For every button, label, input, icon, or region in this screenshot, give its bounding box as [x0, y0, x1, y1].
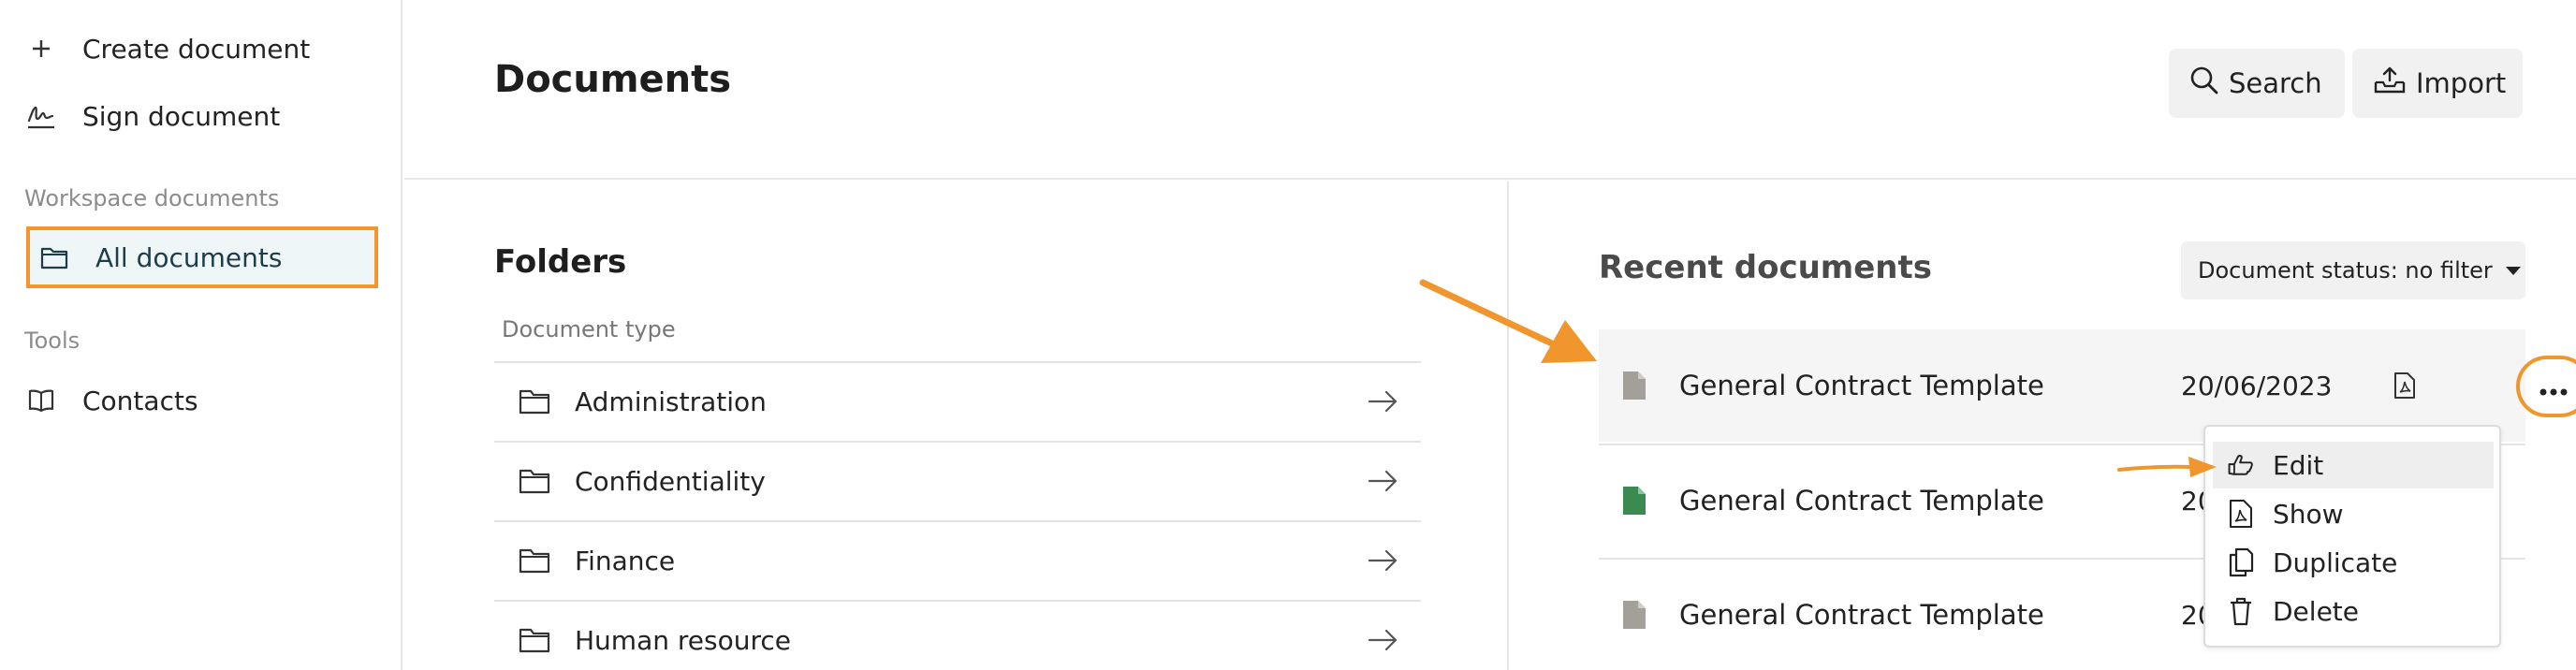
signature-icon — [26, 101, 56, 131]
arrow-right-icon — [1367, 626, 1400, 654]
folder-name: Human resource — [575, 624, 791, 656]
status-filter-label: Document status: no filter — [2198, 257, 2493, 284]
document-status-filter[interactable]: Document status: no filter — [2181, 241, 2525, 299]
file-icon — [1623, 371, 1646, 400]
sidebar-item-contacts[interactable]: Contacts — [26, 372, 198, 429]
trash-icon — [2226, 596, 2256, 626]
folders-title: Folders — [494, 243, 627, 281]
hand-pointer-icon — [2226, 450, 2256, 480]
upload-tray-icon — [2373, 66, 2407, 102]
folder-icon — [39, 242, 69, 272]
file-icon — [1623, 487, 1646, 515]
create-document-label: Create document — [82, 33, 311, 65]
section-workspace-heading: Workspace documents — [24, 185, 280, 211]
folder-icon — [519, 546, 552, 575]
folder-icon — [519, 387, 552, 415]
search-button[interactable]: Search — [2169, 49, 2345, 118]
pdf-file-icon[interactable] — [2391, 370, 2419, 401]
folder-name: Administration — [575, 386, 767, 417]
folder-row-administration[interactable]: Administration — [494, 361, 1421, 440]
import-label: Import — [2416, 67, 2507, 99]
search-label: Search — [2229, 67, 2322, 99]
sign-document-label: Sign document — [82, 100, 281, 132]
folder-row-finance[interactable]: Finance — [494, 520, 1421, 599]
import-button[interactable]: Import — [2352, 49, 2523, 118]
document-name: General Contract Template — [1679, 485, 2044, 517]
search-icon — [2189, 66, 2219, 102]
menu-item-delete[interactable]: Delete — [2213, 588, 2494, 634]
folder-row-human-resource[interactable]: Human resource — [494, 600, 1421, 670]
book-icon — [26, 386, 56, 415]
all-documents-label: All documents — [95, 241, 283, 273]
document-actions-menu: Edit Show Duplicate Delete — [2203, 425, 2501, 648]
arrow-right-icon — [1367, 546, 1400, 575]
copy-icon — [2226, 547, 2256, 577]
more-options-button[interactable] — [2516, 356, 2576, 417]
menu-item-edit[interactable]: Edit — [2213, 442, 2494, 488]
folders-panel: Folders Document type Administration Con… — [404, 182, 1509, 670]
ellipsis-icon — [2539, 371, 2568, 403]
pdf-file-icon — [2226, 499, 2256, 529]
page-title: Documents — [494, 58, 732, 101]
folder-icon — [519, 467, 552, 495]
folder-row-confidentiality[interactable]: Confidentiality — [494, 441, 1421, 519]
document-type-column-label: Document type — [502, 316, 676, 342]
plus-icon — [26, 34, 56, 64]
arrow-right-icon — [1367, 387, 1400, 415]
menu-item-label: Duplicate — [2273, 546, 2398, 578]
document-name: General Contract Template — [1679, 370, 2044, 401]
page-header: Documents Search Import — [404, 0, 2576, 180]
sidebar-item-all-documents[interactable]: All documents — [26, 226, 378, 288]
create-document-button[interactable]: Create document — [26, 21, 310, 77]
folder-name: Confidentiality — [575, 465, 766, 497]
app: Create document Sign document Workspace … — [0, 0, 2576, 670]
menu-item-duplicate[interactable]: Duplicate — [2213, 539, 2494, 586]
caret-down-icon — [2505, 266, 2521, 275]
menu-item-label: Show — [2273, 498, 2344, 530]
folder-icon — [519, 626, 552, 654]
menu-item-show[interactable]: Show — [2213, 490, 2494, 537]
contacts-label: Contacts — [82, 385, 198, 416]
menu-item-label: Delete — [2273, 595, 2359, 627]
arrow-right-icon — [1367, 467, 1400, 495]
sidebar: Create document Sign document Workspace … — [0, 0, 402, 670]
section-tools-heading: Tools — [24, 328, 80, 354]
sign-document-button[interactable]: Sign document — [26, 88, 280, 144]
menu-item-label: Edit — [2273, 449, 2324, 481]
recent-documents-title: Recent documents — [1599, 249, 1932, 286]
folder-name: Finance — [575, 545, 676, 576]
document-date: 20/06/2023 — [2181, 370, 2333, 401]
file-icon — [1623, 601, 1646, 629]
document-name: General Contract Template — [1679, 599, 2044, 631]
